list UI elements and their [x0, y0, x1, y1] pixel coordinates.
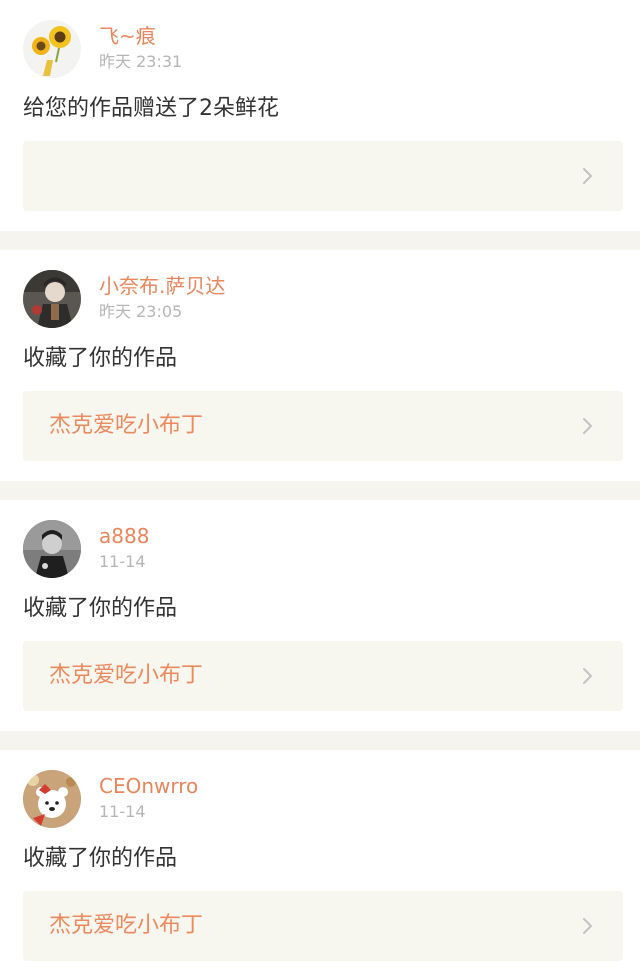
- work-link[interactable]: 杰克爱吃小布丁: [23, 891, 623, 961]
- activity-text: 收藏了你的作品: [23, 346, 178, 371]
- notification-card: 小奈布.萨贝达 昨天 23:05 收藏了你的作品 杰克爱吃小布丁: [0, 250, 640, 481]
- username[interactable]: 小奈布.萨贝达: [99, 274, 225, 298]
- activity-text: 收藏了你的作品: [23, 596, 178, 621]
- timestamp: 11-14: [99, 802, 146, 821]
- user-avatar[interactable]: [23, 270, 81, 328]
- username[interactable]: a888: [99, 524, 149, 548]
- notification-card: a888 11-14 收藏了你的作品 杰克爱吃小布丁: [0, 500, 640, 731]
- user-avatar[interactable]: [23, 20, 81, 78]
- card-separator: [0, 731, 640, 750]
- work-title: 杰克爱吃小布丁: [49, 413, 204, 438]
- work-link[interactable]: [23, 141, 623, 211]
- user-avatar[interactable]: [23, 770, 81, 828]
- user-avatar[interactable]: [23, 520, 81, 578]
- timestamp: 昨天 23:31: [99, 52, 183, 71]
- notification-card: 飞~痕 昨天 23:31 给您的作品赠送了2朵鲜花: [0, 0, 640, 231]
- timestamp: 昨天 23:05: [99, 302, 183, 321]
- activity-text: 给您的作品赠送了2朵鲜花: [23, 96, 279, 121]
- card-separator: [0, 481, 640, 500]
- notification-feed: 飞~痕 昨天 23:31 给您的作品赠送了2朵鲜花 小奈布.萨贝达 昨天 23:…: [0, 0, 640, 979]
- work-title: 杰克爱吃小布丁: [49, 913, 204, 938]
- work-title: 杰克爱吃小布丁: [49, 663, 204, 688]
- chevron-right-icon: [577, 916, 597, 936]
- timestamp: 11-14: [99, 552, 146, 571]
- username[interactable]: 飞~痕: [99, 24, 156, 48]
- person-photo-icon: [23, 520, 81, 578]
- sunflower-icon: [23, 20, 81, 78]
- activity-text: 收藏了你的作品: [23, 846, 178, 871]
- cartoon-bear-icon: [23, 770, 81, 828]
- chevron-right-icon: [577, 416, 597, 436]
- work-link[interactable]: 杰克爱吃小布丁: [23, 391, 623, 461]
- chevron-right-icon: [577, 166, 597, 186]
- work-link[interactable]: 杰克爱吃小布丁: [23, 641, 623, 711]
- chevron-right-icon: [577, 666, 597, 686]
- anime-character-icon: [23, 270, 81, 328]
- username[interactable]: CEOnwrro: [99, 774, 198, 798]
- notification-card: CEOnwrro 11-14 收藏了你的作品 杰克爱吃小布丁: [0, 750, 640, 979]
- card-separator: [0, 231, 640, 250]
